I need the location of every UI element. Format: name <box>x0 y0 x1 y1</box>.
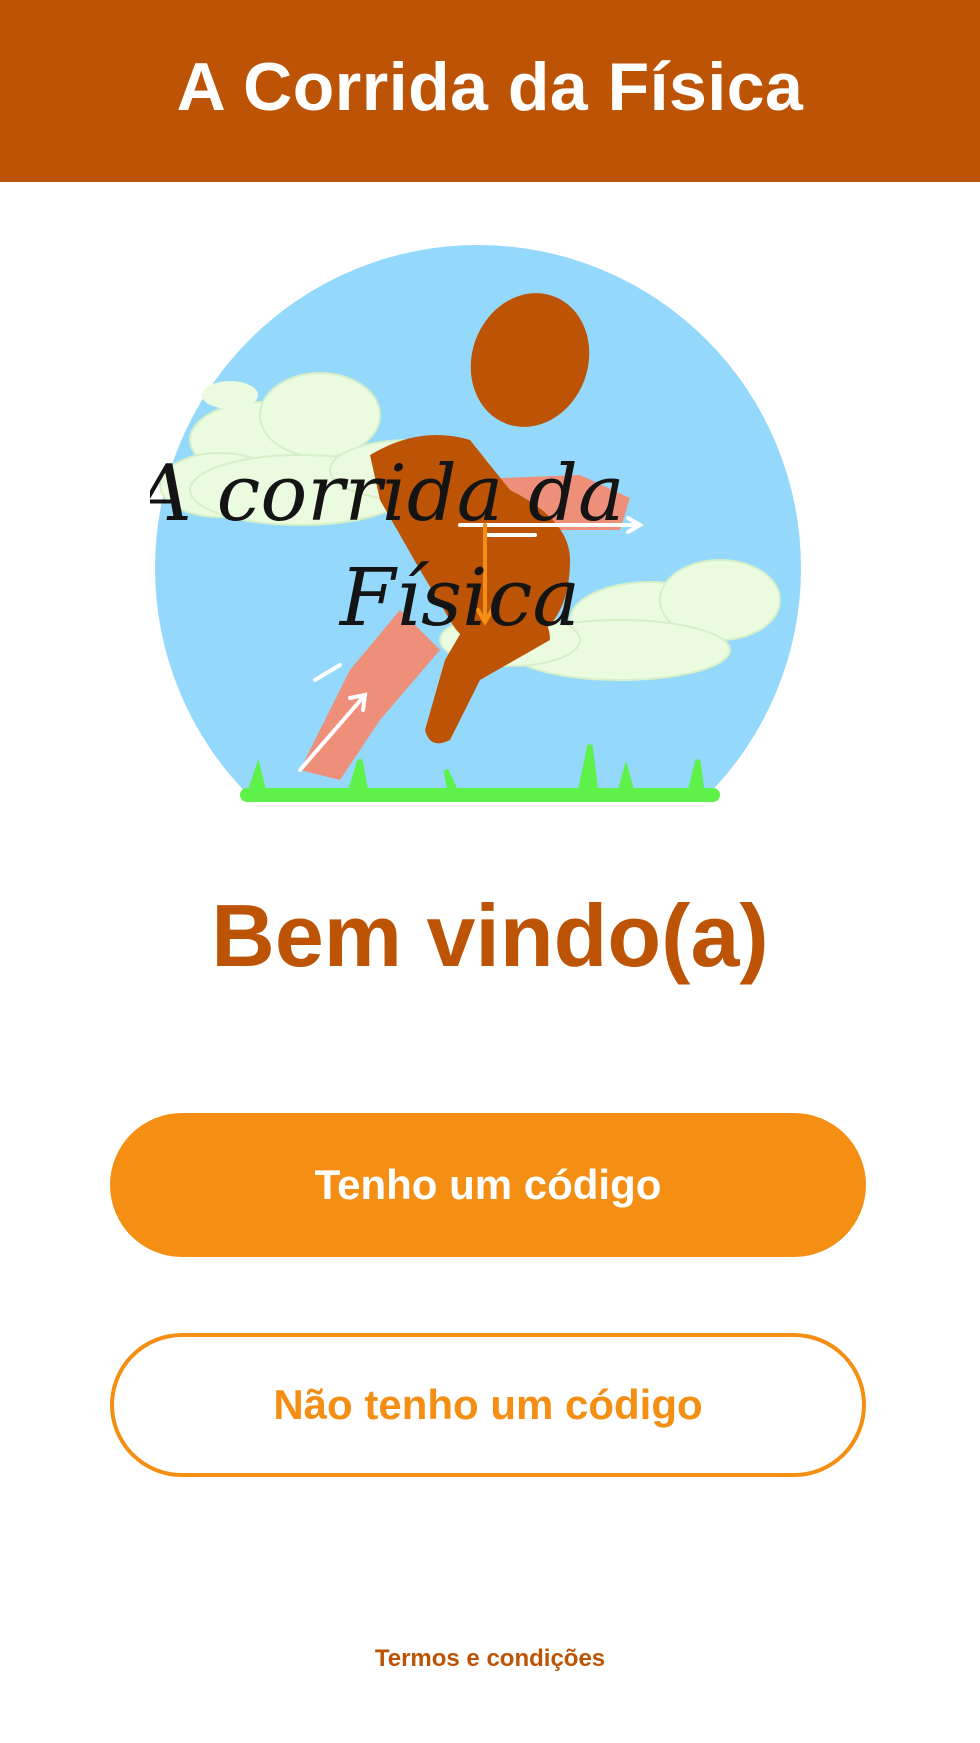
has-code-button[interactable]: Tenho um código <box>110 1113 866 1257</box>
app-header: A Corrida da Física <box>0 0 980 182</box>
logo-text-line1: A corrida da <box>150 449 624 539</box>
terms-link[interactable]: Termos e condições <box>0 1645 980 1673</box>
cloud-small <box>202 381 258 409</box>
logo-text-line2: Física <box>338 551 580 644</box>
app-logo: A corrida da Física <box>150 240 810 820</box>
has-code-button-label: Tenho um código <box>314 1161 662 1208</box>
welcome-heading: Bem vindo(a) <box>211 886 769 985</box>
runner-logo-illustration: A corrida da Física <box>150 245 801 802</box>
app-title: A Corrida da Física <box>176 49 804 125</box>
no-code-button[interactable]: Não tenho um código <box>110 1333 866 1477</box>
app-screen: A Corrida da Física A corrida da Física … <box>0 0 980 1743</box>
no-code-button-label: Não tenho um código <box>273 1381 703 1428</box>
